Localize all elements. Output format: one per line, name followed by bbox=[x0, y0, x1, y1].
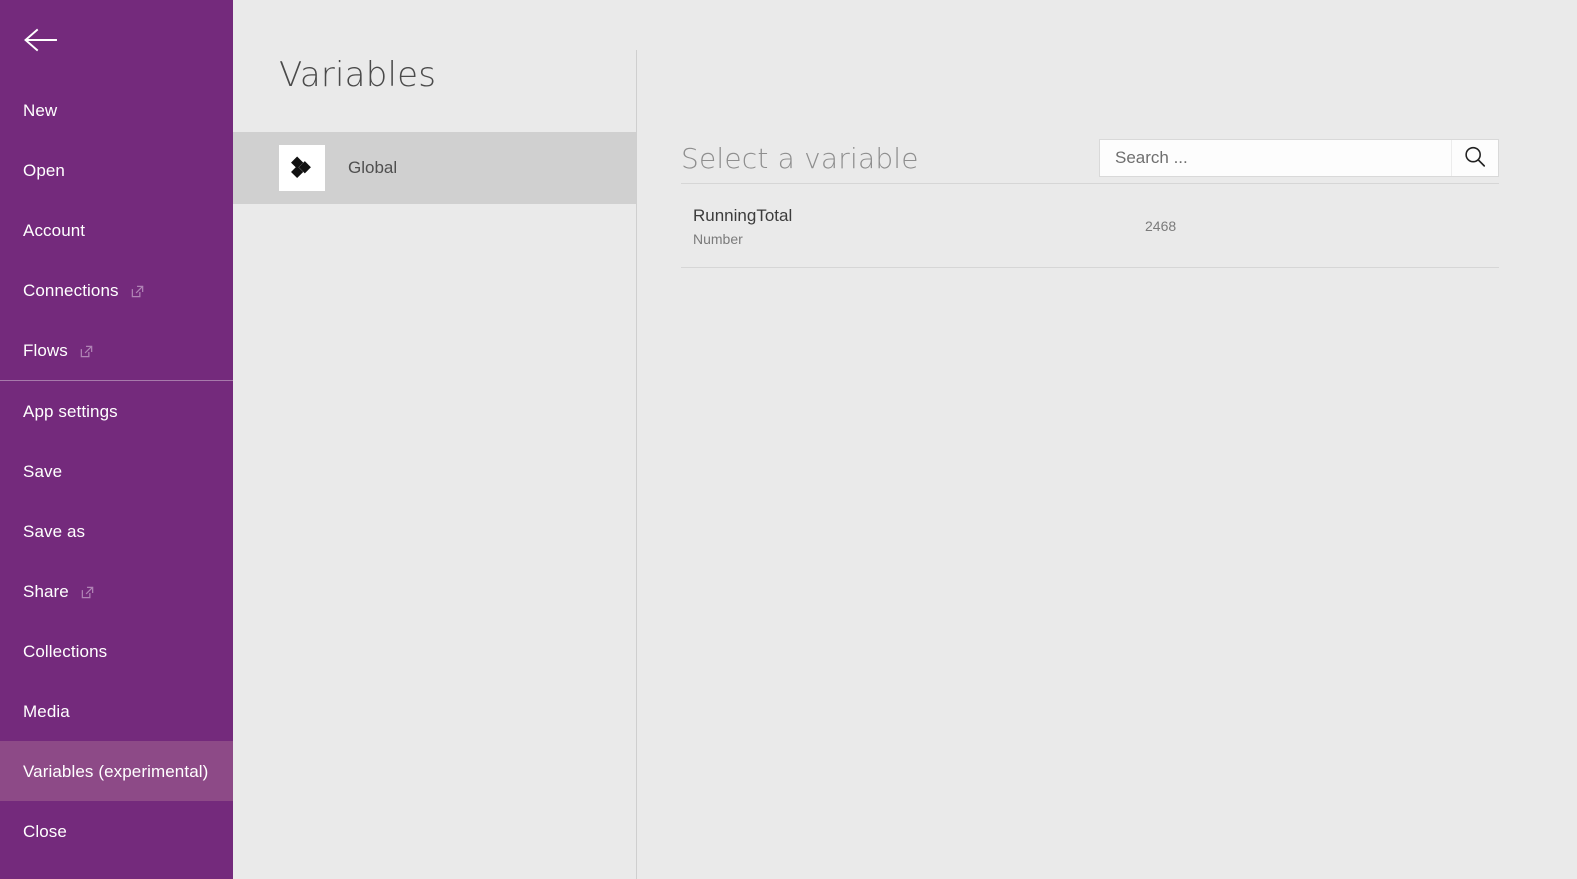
sidebar-item-label: Variables (experimental) bbox=[23, 761, 209, 781]
sidebar-item-label: Media bbox=[23, 701, 70, 721]
sidebar-item-label: App settings bbox=[23, 401, 118, 421]
sidebar-item-connections[interactable]: Connections bbox=[0, 260, 233, 320]
sidebar-item-app-settings[interactable]: App settings bbox=[0, 381, 233, 441]
search-box[interactable] bbox=[1099, 139, 1499, 177]
search-icon bbox=[1463, 145, 1487, 172]
sidebar-item-label: Save as bbox=[23, 521, 86, 541]
sidebar-item-media[interactable]: Media bbox=[0, 681, 233, 741]
sidebar-item-label: Share bbox=[23, 581, 69, 601]
content-header: Select a variable bbox=[681, 133, 1499, 183]
variables-content-pane: Select a variable RunningTotal Number bbox=[637, 0, 1577, 879]
variable-type: Number bbox=[693, 231, 743, 247]
external-link-icon bbox=[80, 585, 95, 600]
variables-list-panel: Variables Global bbox=[233, 0, 637, 879]
list-item-label: Global bbox=[348, 158, 398, 177]
variables-table: RunningTotal Number 2468 bbox=[681, 183, 1499, 268]
back-button[interactable] bbox=[0, 0, 233, 80]
sidebar-item-label: Connections bbox=[23, 280, 119, 300]
sidebar-item-label: Save bbox=[23, 461, 63, 481]
select-variable-heading: Select a variable bbox=[681, 141, 919, 175]
search-input[interactable] bbox=[1100, 140, 1451, 176]
sidebar-item-close[interactable]: Close bbox=[0, 801, 233, 861]
sidebar-item-label: Account bbox=[23, 220, 86, 240]
list-item-global[interactable]: Global bbox=[233, 132, 637, 204]
backstage-sidebar: New Open Account Connections Flows App s… bbox=[0, 0, 233, 879]
sidebar-item-new[interactable]: New bbox=[0, 80, 233, 140]
sidebar-item-label: Open bbox=[23, 160, 65, 180]
sidebar-item-account[interactable]: Account bbox=[0, 200, 233, 260]
sidebar-item-share[interactable]: Share bbox=[0, 561, 233, 621]
sidebar-item-variables[interactable]: Variables (experimental) bbox=[0, 741, 233, 801]
search-button[interactable] bbox=[1451, 140, 1498, 176]
sidebar-item-collections[interactable]: Collections bbox=[0, 621, 233, 681]
sidebar-group-secondary: App settings Save Save as Share Collecti… bbox=[0, 381, 233, 861]
sidebar-group-primary: New Open Account Connections Flows bbox=[0, 80, 233, 380]
variable-value: 2468 bbox=[1145, 218, 1177, 234]
table-row[interactable]: RunningTotal Number 2468 bbox=[681, 183, 1499, 268]
page-title: Variables bbox=[233, 0, 637, 95]
back-arrow-icon bbox=[22, 25, 58, 55]
sidebar-item-label: New bbox=[23, 100, 58, 120]
sidebar-item-open[interactable]: Open bbox=[0, 140, 233, 200]
sidebar-item-label: Flows bbox=[23, 340, 68, 360]
page-title-text: Variables bbox=[279, 55, 437, 95]
variable-name: RunningTotal bbox=[693, 206, 793, 225]
powerapps-backstage-window: New Open Account Connections Flows App s… bbox=[0, 0, 1577, 879]
global-variables-icon bbox=[279, 145, 325, 191]
sidebar-item-label: Collections bbox=[23, 641, 108, 661]
sidebar-item-save[interactable]: Save bbox=[0, 441, 233, 501]
external-link-icon bbox=[79, 344, 94, 359]
external-link-icon bbox=[130, 284, 145, 299]
sidebar-item-label: Close bbox=[23, 821, 67, 841]
sidebar-item-flows[interactable]: Flows bbox=[0, 320, 233, 380]
sidebar-item-save-as[interactable]: Save as bbox=[0, 501, 233, 561]
